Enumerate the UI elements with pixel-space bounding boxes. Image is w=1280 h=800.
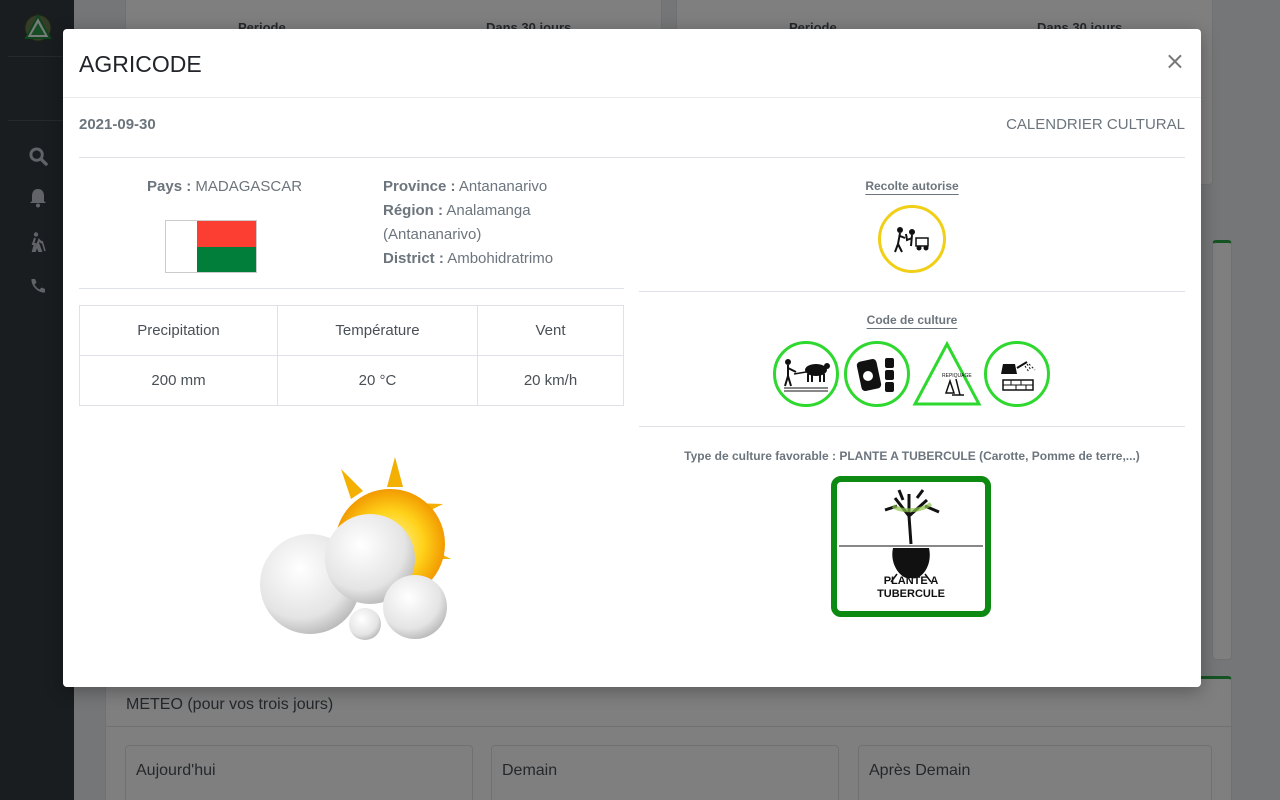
district-value: Ambohidratrimo xyxy=(447,250,554,267)
plowing-ox-icon xyxy=(773,341,839,407)
weather-table: Precipitation Température Vent 200 mm 20… xyxy=(79,305,624,406)
region-info: Province : Antananarivo Région : Analama… xyxy=(383,175,623,271)
divider xyxy=(639,291,1185,292)
calendar-label: CALENDRIER CULTURAL xyxy=(1006,116,1185,133)
close-button[interactable]: × xyxy=(1165,47,1185,75)
value-temperature: 20 °C xyxy=(277,355,478,406)
value-precipitation: 200 mm xyxy=(79,355,278,406)
fertilizer-bags-icon xyxy=(844,341,910,407)
madagascar-flag-icon xyxy=(165,220,257,273)
value-wind: 20 km/h xyxy=(477,355,624,406)
tuber-label-line1: PLANTE A xyxy=(883,575,939,587)
partly-cloudy-sun-icon xyxy=(260,457,451,640)
watering-icon xyxy=(984,341,1050,407)
tuber-plant-icon: PLANTE A TUBERCULE xyxy=(831,476,991,617)
divider xyxy=(79,288,624,289)
header-precipitation: Precipitation xyxy=(79,305,278,356)
repiquage-icon: REPIQUAGE xyxy=(912,341,982,406)
agricode-modal: AGRICODE × 2021-09-30 CALENDRIER CULTURA… xyxy=(63,29,1201,687)
date-label: 2021-09-30 xyxy=(79,116,156,133)
header-wind: Vent xyxy=(477,305,624,356)
crop-type-label: Type de culture favorable : PLANTE A TUB… xyxy=(684,449,1140,463)
harvest-icon xyxy=(878,205,946,273)
district-label: District : xyxy=(383,250,444,267)
divider xyxy=(639,426,1185,427)
country-info: Pays : MADAGASCAR xyxy=(147,175,302,199)
modal-title: AGRICODE xyxy=(79,51,202,77)
header-temperature: Température xyxy=(277,305,478,356)
harvest-label: Recolte autorise xyxy=(865,179,959,193)
divider xyxy=(79,157,1185,158)
modal-header: AGRICODE × xyxy=(63,29,1201,98)
province-value: Antananarivo xyxy=(458,178,548,195)
code-label: Code de culture xyxy=(866,313,958,327)
country-label: Pays : xyxy=(147,178,192,195)
tuber-label-line2: TUBERCULE xyxy=(877,588,945,600)
repiquage-text: REPIQUAGE xyxy=(942,373,972,379)
tuber-label: PLANTE A TUBERCULE xyxy=(837,575,985,601)
country-value: MADAGASCAR xyxy=(195,178,303,195)
table-row: Precipitation Température Vent xyxy=(79,305,624,356)
table-row: 200 mm 20 °C 20 km/h xyxy=(79,355,624,406)
region-label: Région : xyxy=(383,202,443,219)
province-label: Province : xyxy=(383,178,456,195)
